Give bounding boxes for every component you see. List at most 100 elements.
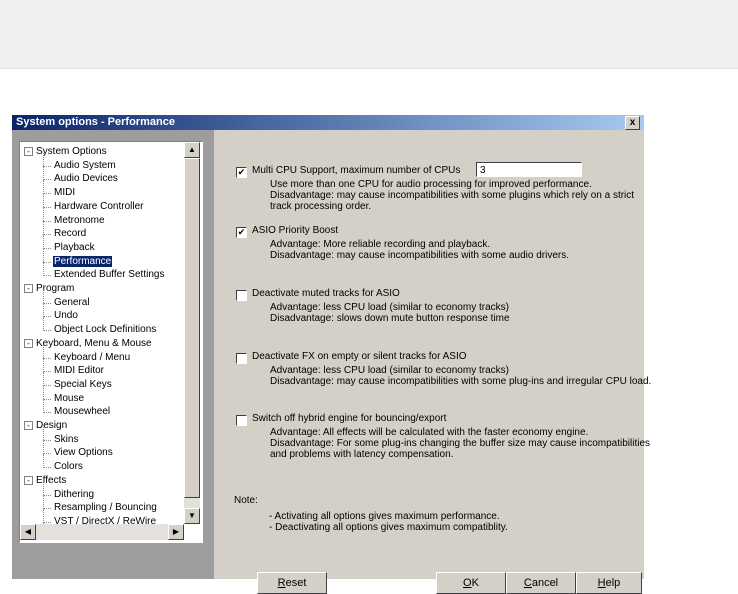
collapse-icon[interactable]: -: [24, 147, 33, 156]
tree-item[interactable]: Playback: [53, 241, 96, 254]
collapse-icon[interactable]: -: [24, 284, 33, 293]
tree-item-label: Resampling / Bouncing: [54, 502, 157, 514]
tree-connector: [43, 384, 51, 386]
tree-connector: [43, 426, 44, 441]
option-checkbox[interactable]: [236, 353, 247, 364]
tree-connector: [43, 508, 44, 523]
option-checkbox[interactable]: [236, 290, 247, 301]
tree-item[interactable]: VST / DirectX / ReWire: [53, 515, 157, 524]
tree-connector: [43, 412, 51, 414]
tree-item[interactable]: Performance: [53, 255, 113, 268]
tree-connector: [43, 481, 44, 496]
option-label[interactable]: Multi CPU Support, maximum number of CPU…: [252, 165, 460, 176]
cpu-count-input[interactable]: 3: [476, 162, 582, 177]
scroll-left-button[interactable]: ◀: [20, 524, 36, 540]
settings-panel: ✔ Multi CPU Support, maximum number of CP…: [214, 130, 651, 594]
tree-item[interactable]: Undo: [53, 309, 79, 322]
tree-item[interactable]: MIDI Editor: [53, 364, 105, 377]
tree-connector: [43, 262, 44, 276]
tree-item[interactable]: Audio Devices: [53, 172, 119, 185]
tree-item-label: Program: [36, 283, 75, 294]
note-line: - Activating all options gives maximum p…: [269, 511, 500, 522]
reset-button[interactable]: Reset: [257, 572, 327, 594]
collapse-icon[interactable]: -: [24, 475, 33, 485]
tree-item[interactable]: Audio System: [53, 159, 117, 172]
tree-item-label: Audio Devices: [54, 173, 118, 185]
tree-item[interactable]: Hardware Controller: [53, 200, 144, 213]
tree-connector: [43, 220, 51, 222]
option-description: Advantage: less CPU load (similar to eco…: [270, 365, 509, 376]
tree-group[interactable]: System Options: [35, 145, 108, 158]
option-label[interactable]: ASIO Priority Boost: [252, 225, 338, 236]
tree-item-label: Extended Buffer Settings: [54, 269, 165, 281]
tree-item-label: Playback: [54, 241, 95, 253]
tree-connector: [43, 494, 51, 496]
option-checkbox[interactable]: [236, 415, 247, 426]
scroll-up-button[interactable]: ▲: [184, 142, 200, 158]
tree-connector: [43, 179, 51, 181]
tree-item-label: Skins: [54, 433, 79, 445]
tree-item-label: VST / DirectX / ReWire: [54, 515, 157, 524]
option-description: Disadvantage: may cause incompatibilitie…: [270, 376, 652, 387]
option-description: and problems with latency compensation.: [270, 449, 454, 460]
tree-connector: [43, 234, 44, 249]
option-description: Disadvantage: may cause incompatibilitie…: [270, 250, 570, 261]
collapse-icon[interactable]: -: [24, 421, 33, 430]
tree-item[interactable]: Resampling / Bouncing: [53, 501, 158, 514]
scroll-right-button[interactable]: ▶: [168, 524, 184, 540]
tree-item[interactable]: Skins: [53, 433, 79, 446]
tree-item[interactable]: Keyboard / Menu: [53, 351, 131, 364]
tree-item[interactable]: Special Keys: [53, 378, 113, 391]
tree-group[interactable]: Design: [35, 419, 68, 432]
vertical-scrollbar[interactable]: ▲ ▼: [184, 142, 200, 524]
option-label[interactable]: Switch off hybrid engine for bouncing/ex…: [252, 413, 446, 424]
tree-item-label: Undo: [54, 310, 78, 322]
tree-connector: [43, 371, 44, 386]
option-label[interactable]: Deactivate FX on empty or silent tracks …: [252, 351, 467, 362]
close-button[interactable]: x: [625, 116, 640, 130]
ok-button[interactable]: OK: [436, 572, 506, 594]
scroll-down-button[interactable]: ▼: [184, 508, 200, 524]
cancel-button[interactable]: Cancel: [506, 572, 576, 594]
collapse-icon[interactable]: -: [24, 338, 33, 348]
options-tree-box: - System Options Audio System Audio Devices…: [19, 141, 203, 543]
tree-item[interactable]: Mousewheel: [53, 405, 111, 418]
option-description: Advantage: More reliable recording and p…: [270, 239, 491, 250]
option-checkbox[interactable]: ✔: [236, 227, 247, 238]
help-button[interactable]: Help: [576, 572, 642, 594]
tree-connector: [43, 344, 44, 359]
horizontal-scrollbar[interactable]: ◀ ▶: [20, 524, 184, 540]
tree-connector: [43, 206, 51, 208]
tree-item[interactable]: Record: [53, 227, 87, 240]
option-description: Use more than one CPU for audio processi…: [270, 179, 592, 190]
tree-item-label: Mousewheel: [54, 406, 111, 418]
tree-group[interactable]: Keyboard, Menu & Mouse: [35, 337, 153, 350]
tree-item-label: Performance: [53, 255, 113, 267]
note-label: Note:: [234, 495, 258, 506]
tree-item-label: Keyboard, Menu & Mouse: [36, 337, 152, 349]
tree-item[interactable]: Object Lock Definitions: [53, 323, 157, 336]
tree-connector: [43, 316, 51, 318]
tree-connector: [43, 440, 44, 455]
tree-group[interactable]: Effects: [35, 474, 67, 487]
tree-group[interactable]: Program: [35, 282, 75, 295]
tree-item[interactable]: General: [53, 296, 91, 309]
tree-connector: [43, 165, 51, 167]
tree-item[interactable]: Mouse: [53, 392, 85, 405]
option-checkbox[interactable]: ✔: [236, 167, 247, 178]
option-label[interactable]: Deactivate muted tracks for ASIO: [252, 288, 400, 299]
option-description: track processing order.: [270, 201, 372, 212]
tree-item[interactable]: MIDI: [53, 186, 76, 199]
tree-item[interactable]: Colors: [53, 460, 84, 473]
tree-connector: [43, 152, 44, 167]
tree-item[interactable]: Metronome: [53, 214, 106, 227]
scroll-thumb[interactable]: [184, 158, 200, 498]
title-bar: System options - Performance x: [12, 115, 644, 130]
tree-item[interactable]: Extended Buffer Settings: [53, 268, 165, 281]
tree-item[interactable]: View Options: [53, 446, 114, 459]
tree-connector: [43, 371, 51, 373]
tree-connector: [43, 261, 51, 263]
tree-item[interactable]: Dithering: [53, 488, 95, 501]
tree-connector: [43, 467, 51, 469]
tree-item-label: System Options: [36, 146, 107, 157]
